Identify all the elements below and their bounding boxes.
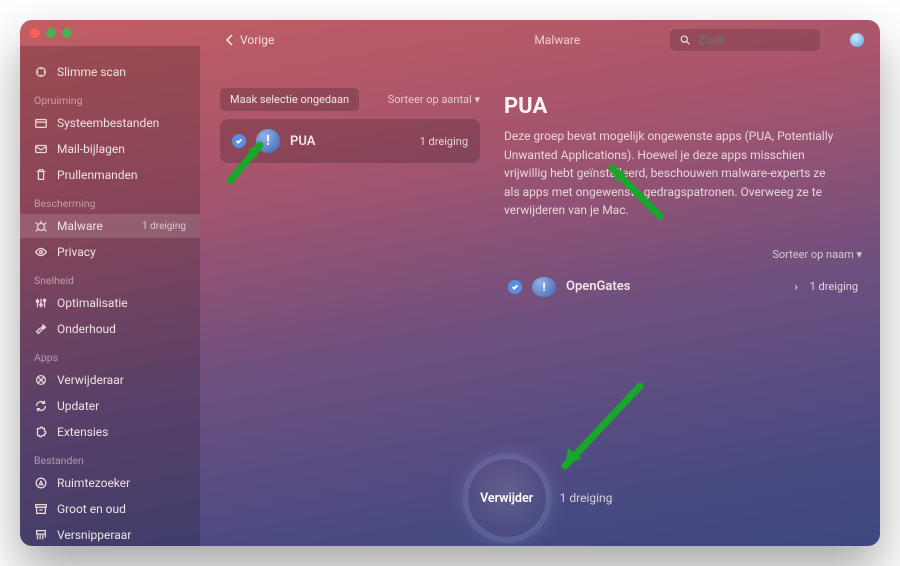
uninstall-icon	[34, 373, 48, 387]
threat-group-row[interactable]: ! PUA 1 dreiging	[220, 119, 480, 163]
sidebar-item-label: Extensies	[57, 425, 108, 439]
detail-title: PUA	[504, 94, 862, 119]
sidebar: Slimme scan Opruiming Systeembestanden M…	[20, 46, 200, 546]
back-label: Vorige	[240, 33, 274, 47]
detection-checkbox[interactable]	[508, 280, 522, 294]
sidebar-item-label: Mail-bijlagen	[57, 142, 125, 156]
zoom-window-button[interactable]	[62, 28, 72, 38]
sidebar-item-optimization[interactable]: Optimalisatie	[20, 291, 200, 315]
remove-button[interactable]: Verwijder	[468, 459, 546, 537]
sidebar-item-label: Prullenmanden	[57, 168, 138, 182]
sliders-icon	[34, 296, 48, 310]
sidebar-item-maintenance[interactable]: Onderhoud	[20, 317, 200, 341]
app-body: Slimme scan Opruiming Systeembestanden M…	[20, 46, 880, 546]
chevron-left-icon	[226, 34, 234, 46]
sidebar-item-label: Ruimtezoeker	[57, 476, 130, 490]
footer-count: 1 dreiging	[560, 491, 613, 505]
back-button[interactable]: Vorige	[226, 33, 274, 47]
account-avatar[interactable]	[850, 33, 864, 47]
main-content: Maak selectie ongedaan Sorteer op aantal…	[200, 46, 880, 546]
sidebar-badge: 1 dreiging	[142, 221, 186, 232]
sidebar-item-smartscan[interactable]: Slimme scan	[20, 60, 200, 84]
sidebar-item-label: Slimme scan	[57, 65, 126, 79]
wrench-icon	[34, 322, 48, 336]
compass-icon	[34, 476, 48, 490]
sidebar-item-label: Versnipperaar	[57, 528, 131, 542]
sidebar-section-speed: Snelheid	[20, 266, 200, 289]
sidebar-item-uninstaller[interactable]: Verwijderaar	[20, 368, 200, 392]
close-window-button[interactable]	[30, 28, 40, 38]
group-controls: Maak selectie ongedaan Sorteer op aantal…	[220, 88, 480, 111]
sidebar-section-files: Bestanden	[20, 446, 200, 469]
sidebar-item-updater[interactable]: Updater	[20, 394, 200, 418]
mail-icon	[34, 142, 48, 156]
puzzle-icon	[34, 425, 48, 439]
bug-icon	[34, 219, 48, 233]
group-checkbox[interactable]	[232, 134, 246, 148]
sort-groups-button[interactable]: Sorteer op aantal ▾	[388, 93, 480, 106]
sidebar-item-label: Verwijderaar	[57, 373, 124, 387]
sidebar-item-systemjunk[interactable]: Systeembestanden	[20, 111, 200, 135]
sidebar-item-label: Groot en oud	[57, 502, 126, 516]
sidebar-item-trash[interactable]: Prullenmanden	[20, 163, 200, 187]
deselect-all-button[interactable]: Maak selectie ongedaan	[220, 88, 359, 111]
sidebar-section-protection: Bescherming	[20, 189, 200, 212]
sidebar-section-cleanup: Opruiming	[20, 86, 200, 109]
minimize-window-button[interactable]	[46, 28, 56, 38]
sidebar-item-label: Privacy	[57, 245, 96, 259]
sidebar-item-spacelens[interactable]: Ruimtezoeker	[20, 471, 200, 495]
sidebar-section-apps: Apps	[20, 343, 200, 366]
detection-meta: › 1 dreiging	[794, 280, 858, 293]
scan-icon	[34, 65, 48, 79]
detection-count: 1 dreiging	[810, 280, 858, 293]
sidebar-item-malware[interactable]: Malware 1 dreiging	[20, 214, 200, 238]
refresh-icon	[34, 399, 48, 413]
sidebar-item-label: Updater	[57, 399, 99, 413]
sidebar-item-largeold[interactable]: Groot en oud	[20, 497, 200, 521]
action-footer: Verwijder 1 dreiging	[200, 458, 880, 538]
sidebar-item-label: Systeembestanden	[57, 116, 159, 130]
group-name: PUA	[290, 134, 315, 149]
detection-name: OpenGates	[566, 279, 630, 294]
alert-icon: !	[256, 129, 280, 153]
sidebar-item-label: Malware	[57, 219, 103, 233]
eye-icon	[34, 245, 48, 259]
sidebar-item-shredder[interactable]: Versnipperaar	[20, 523, 200, 546]
detection-row[interactable]: ! OpenGates › 1 dreiging	[504, 271, 862, 303]
sidebar-item-mail[interactable]: Mail-bijlagen	[20, 137, 200, 161]
breadcrumb: Malware	[534, 33, 580, 47]
app-window: Vorige Malware Slimme scan Opruiming Sys…	[20, 20, 880, 546]
sidebar-item-privacy[interactable]: Privacy	[20, 240, 200, 264]
box-icon	[34, 116, 48, 130]
detail-description: Deze groep bevat mogelijk ongewenste app…	[504, 127, 844, 220]
sidebar-item-label: Optimalisatie	[57, 296, 128, 310]
chevron-right-icon: ›	[794, 280, 797, 293]
archive-icon	[34, 502, 48, 516]
sort-detections-button[interactable]: Sorteer op naam ▾	[504, 248, 862, 261]
trash-icon	[34, 168, 48, 182]
search-icon	[680, 34, 690, 46]
alert-icon: !	[532, 277, 556, 297]
search-input[interactable]	[698, 33, 810, 47]
group-count: 1 dreiging	[420, 135, 468, 148]
shred-icon	[34, 528, 48, 542]
sidebar-item-label: Onderhoud	[57, 322, 116, 336]
sidebar-item-extensions[interactable]: Extensies	[20, 420, 200, 444]
